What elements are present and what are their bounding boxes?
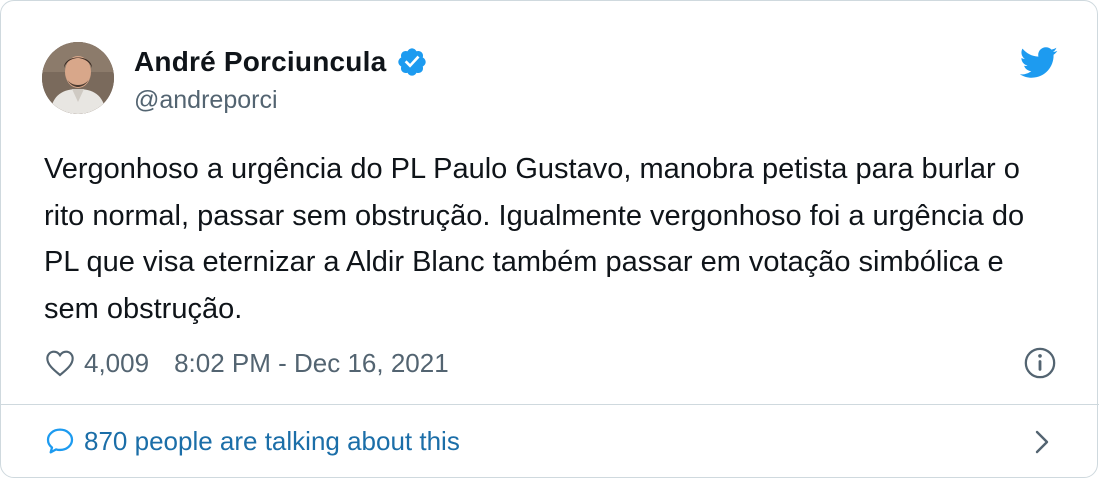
avatar[interactable] — [42, 42, 114, 114]
heart-icon[interactable] — [44, 347, 76, 379]
info-icon[interactable] — [1023, 346, 1057, 380]
tweet-text: Vergonhoso a urgência do PL Paulo Gustav… — [44, 153, 1025, 325]
tweet-card: André Porciuncula @andreporci Vergonhoso… — [0, 0, 1099, 478]
divider — [1, 404, 1099, 405]
avatar-image — [42, 42, 114, 114]
conversation-link[interactable]: 870 people are talking about this — [44, 421, 1054, 461]
timestamp[interactable]: 8:02 PM - Dec 16, 2021 — [174, 348, 449, 379]
tweet-meta: 4,009 8:02 PM - Dec 16, 2021 — [44, 343, 449, 383]
talking-count-link[interactable]: 870 people are talking about this — [84, 426, 460, 457]
verified-badge-icon — [398, 48, 427, 76]
twitter-bird-icon[interactable] — [1020, 43, 1058, 81]
author-name[interactable]: André Porciuncula — [134, 46, 386, 78]
chevron-right-icon[interactable] — [1031, 429, 1053, 455]
author-name-row: André Porciuncula — [134, 46, 428, 78]
like-count[interactable]: 4,009 — [84, 348, 149, 379]
speech-bubble-icon — [46, 428, 74, 454]
author-handle[interactable]: @andreporci — [134, 86, 278, 115]
